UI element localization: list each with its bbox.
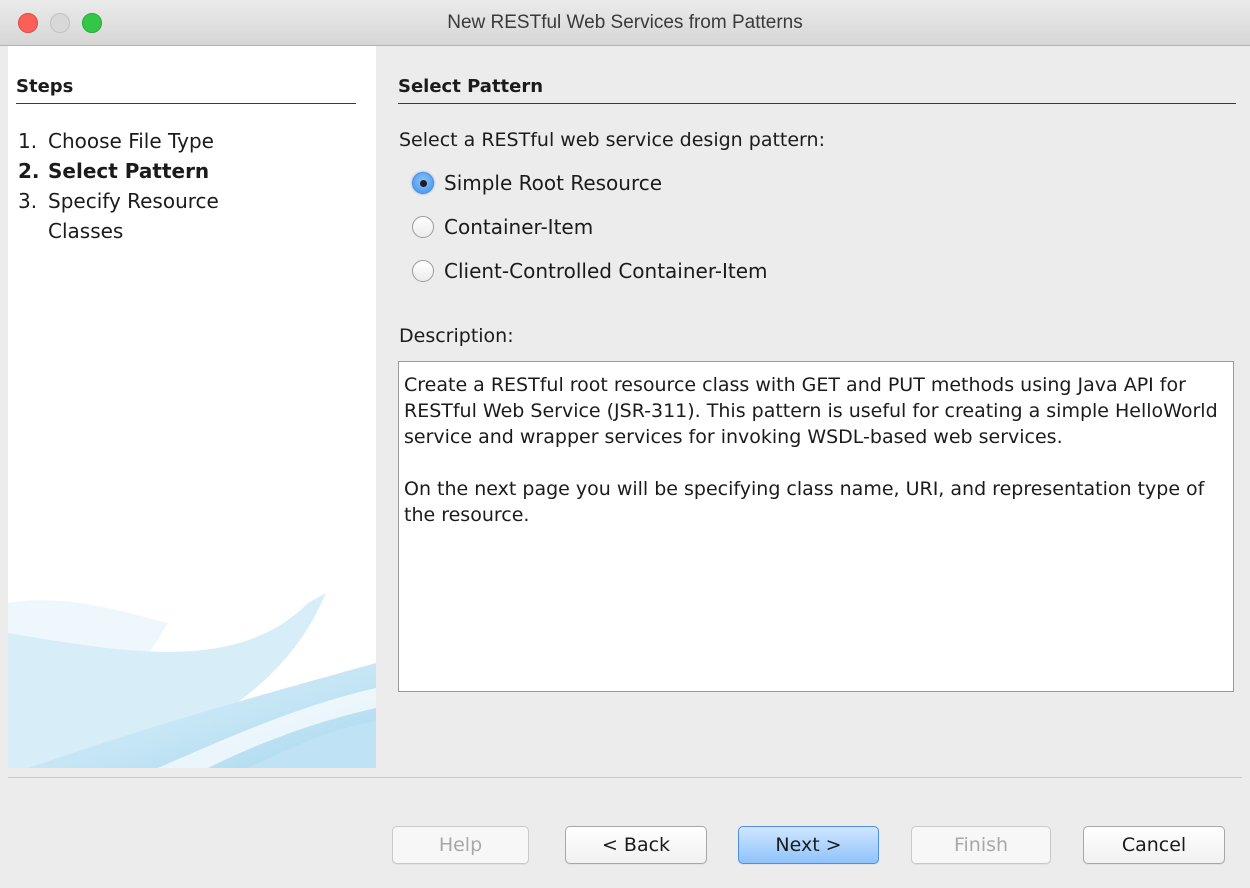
help-button[interactable]: Help — [392, 826, 529, 864]
step-item-select-pattern: 2. Select Pattern — [18, 156, 268, 186]
description-paragraph: On the next page you will be specifying … — [404, 478, 1205, 526]
pattern-prompt: Select a RESTful web service design patt… — [399, 129, 825, 151]
button-bar-separator — [8, 777, 1242, 778]
radio-dot-icon — [419, 179, 427, 187]
radio-label[interactable]: Simple Root Resource — [444, 171, 662, 195]
steps-list: 1. Choose File Type 2. Select Pattern 3.… — [18, 126, 268, 246]
window-title: New RESTful Web Services from Patterns — [447, 12, 803, 33]
dialog-window: New RESTful Web Services from Patterns S… — [0, 0, 1250, 888]
radio-button-selected[interactable] — [412, 172, 434, 194]
radio-label[interactable]: Container-Item — [444, 215, 593, 239]
description-paragraph: Create a RESTful root resource class wit… — [404, 374, 1218, 448]
step-label: Choose File Type — [48, 129, 214, 153]
next-button[interactable]: Next > — [738, 826, 879, 864]
step-number: 2. — [18, 159, 40, 183]
back-button[interactable]: < Back — [565, 826, 707, 864]
step-label: Specify Resource Classes — [48, 189, 219, 243]
cancel-button[interactable]: Cancel — [1083, 826, 1225, 864]
radio-button[interactable] — [412, 260, 434, 282]
description-label: Description: — [399, 325, 514, 347]
step-label: Select Pattern — [48, 159, 210, 183]
step-number: 1. — [18, 129, 38, 153]
steps-heading: Steps — [16, 76, 356, 104]
description-text-area[interactable]: Create a RESTful root resource class wit… — [398, 361, 1234, 692]
panel-heading: Select Pattern — [398, 76, 1236, 104]
finish-button[interactable]: Finish — [911, 826, 1051, 864]
radio-label[interactable]: Client-Controlled Container-Item — [444, 259, 768, 283]
radio-container-item[interactable]: Container-Item — [412, 213, 593, 241]
wizard-swoosh-graphic — [8, 593, 376, 768]
radio-simple-root-resource[interactable]: Simple Root Resource — [412, 169, 662, 197]
step-item-choose-file-type: 1. Choose File Type — [18, 126, 268, 156]
steps-panel: Steps 1. Choose File Type 2. Select Patt… — [8, 46, 376, 768]
step-number: 3. — [18, 189, 38, 213]
step-item-specify-resource-classes: 3. Specify Resource Classes — [18, 186, 268, 246]
title-bar: New RESTful Web Services from Patterns — [0, 0, 1250, 46]
radio-client-controlled-container-item[interactable]: Client-Controlled Container-Item — [412, 257, 768, 285]
radio-button[interactable] — [412, 216, 434, 238]
